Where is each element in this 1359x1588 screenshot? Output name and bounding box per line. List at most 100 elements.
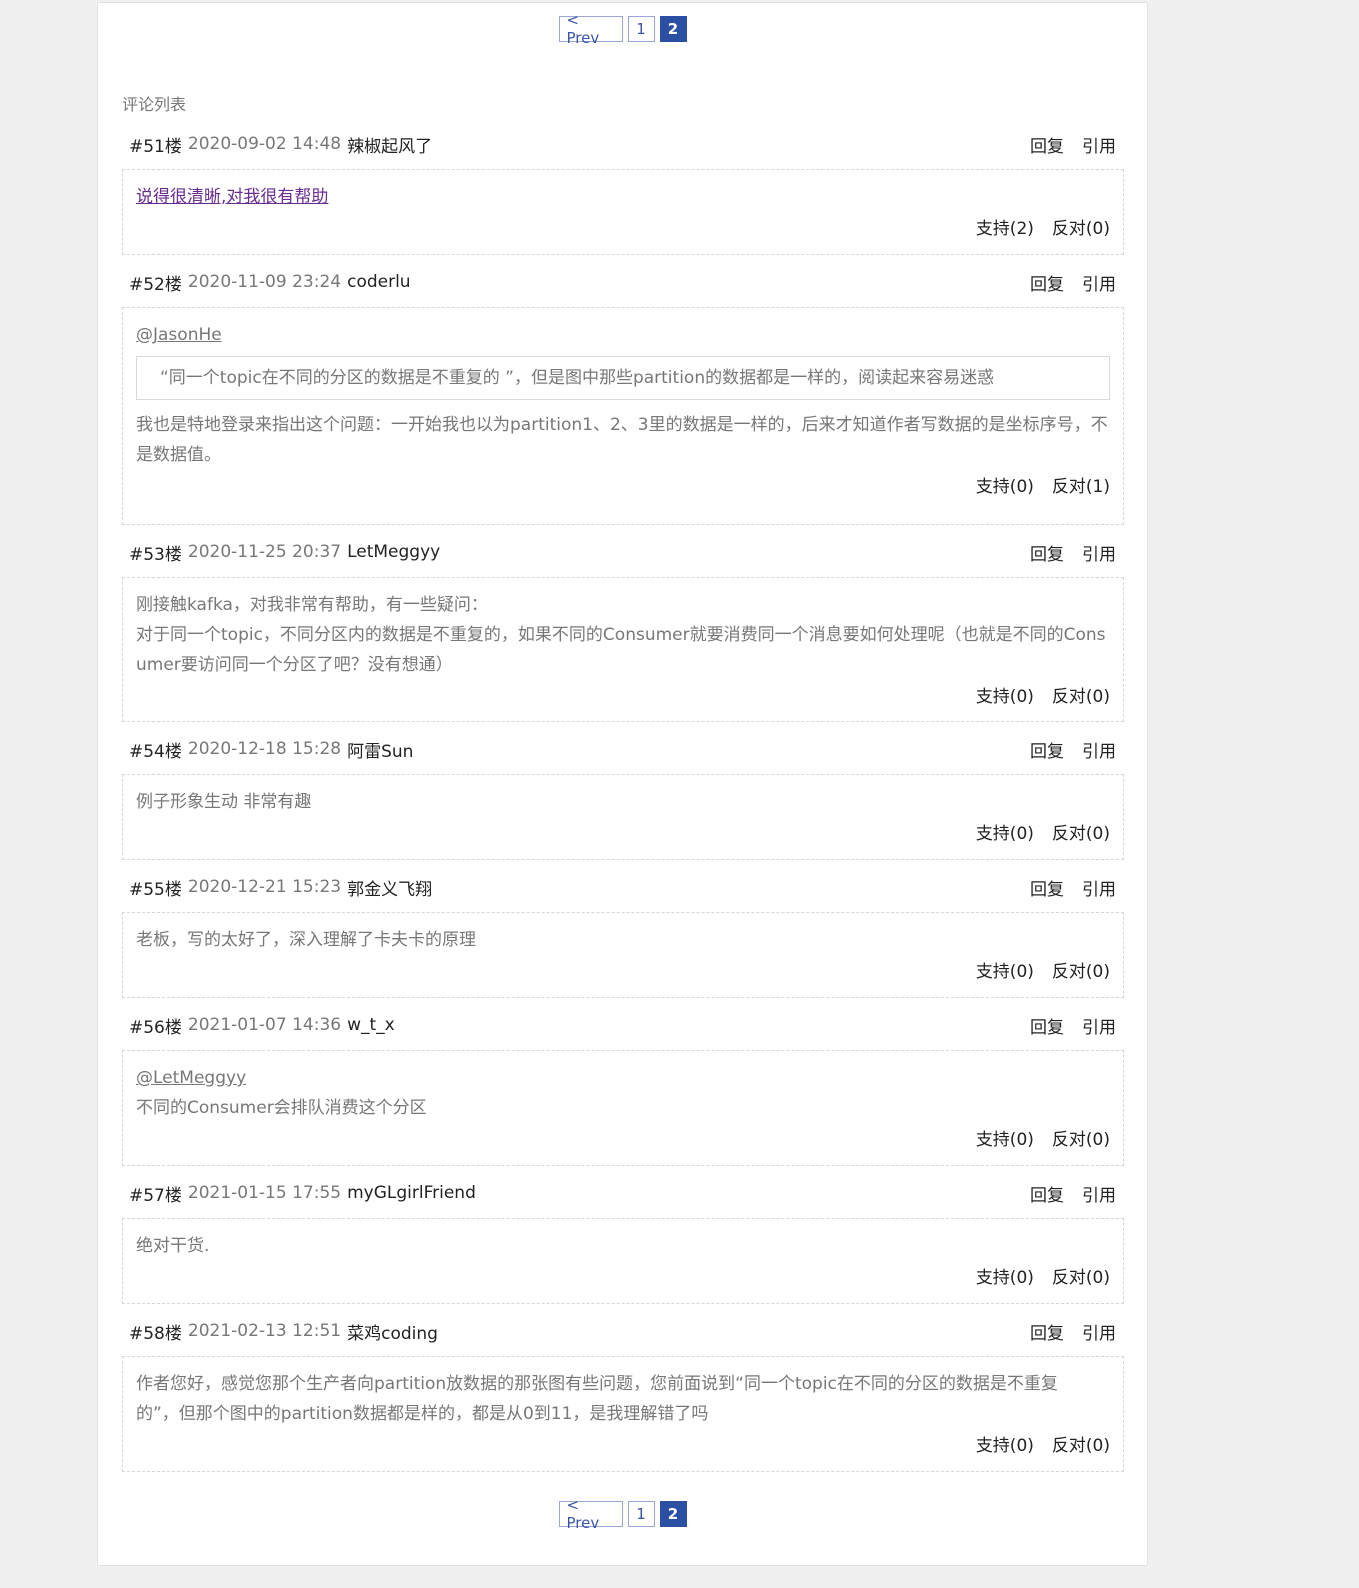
comment-date: 2021-01-15 17:55 [187,1183,342,1203]
comment-actions: 回复 引用 [1030,132,1124,157]
comment-author[interactable]: 菜鸡coding [347,1319,438,1344]
comment-body: 例子形象生动 非常有趣 支持(0) 反对(0) [122,774,1124,860]
comment-text-line: 刚接触kafka，对我非常有帮助，有一些疑问： [136,595,488,615]
reply-button[interactable]: 回复 [1030,737,1064,762]
comment-meta: #58楼 2021-02-13 12:51 菜鸡coding [122,1319,438,1344]
page-1-button[interactable]: 1 [627,16,655,42]
quote-button[interactable]: 引用 [1082,875,1116,900]
comment-list: #51楼 2020-09-02 14:48 辣椒起风了 回复 引用 说得很清晰,… [122,129,1124,1484]
comment-date: 2021-01-07 14:36 [187,1015,342,1035]
comment-floor[interactable]: #57楼 [129,1181,182,1206]
comment-body: @JasonHe “同一个topic在不同的分区的数据是不重复的 ”，但是图中那… [122,307,1124,525]
pagination-bottom: < Prev 1 2 [98,1496,1147,1532]
comment-body: @LetMeggyy 不同的Consumer会排队消费这个分区 支持(0) 反对… [122,1050,1124,1166]
comment-author[interactable]: w_t_x [347,1015,395,1035]
comment-text-line: 例子形象生动 非常有趣 [136,792,312,812]
oppose-button[interactable]: 反对(1) [1052,472,1110,502]
oppose-button[interactable]: 反对(0) [1052,819,1110,849]
quote-button[interactable]: 引用 [1082,737,1116,762]
support-button[interactable]: 支持(0) [976,1263,1034,1293]
vote-row: 支持(2) 反对(0) [136,214,1110,244]
prev-page-button[interactable]: < Prev [558,1496,623,1532]
support-button[interactable]: 支持(0) [976,682,1034,712]
reply-button[interactable]: 回复 [1030,1013,1064,1038]
comment-item: #54楼 2020-12-18 15:28 阿雷Sun 回复 引用 例子形象生动… [122,734,1124,860]
oppose-button[interactable]: 反对(0) [1052,957,1110,987]
oppose-button[interactable]: 反对(0) [1052,1125,1110,1155]
oppose-button[interactable]: 反对(0) [1052,214,1110,244]
comment-text-line: 作者您好，感觉您那个生产者向partition放数据的那张图有些问题，您前面说到… [136,1374,1058,1394]
reply-button[interactable]: 回复 [1030,132,1064,157]
reply-button[interactable]: 回复 [1030,540,1064,565]
comment-author[interactable]: 郭金义飞翔 [347,875,432,900]
comment-link[interactable]: 说得很清晰,对我很有帮助 [136,187,328,207]
comment-author[interactable]: coderlu [347,272,410,292]
comment-text-line: 对于同一个topic，不同分区内的数据是不重复的，如果不同的Consumer就要… [136,625,1106,645]
comment-actions: 回复 引用 [1030,1013,1124,1038]
oppose-button[interactable]: 反对(0) [1052,682,1110,712]
comment-text-line: 我也是特地登录来指出这个问题：一开始我也以为partition1、2、3里的数据… [136,415,1108,435]
vote-row: 支持(0) 反对(0) [136,682,1110,712]
comment-header: #54楼 2020-12-18 15:28 阿雷Sun 回复 引用 [122,734,1124,764]
comment-item: #58楼 2021-02-13 12:51 菜鸡coding 回复 引用 作者您… [122,1316,1124,1472]
quote-button[interactable]: 引用 [1082,1319,1116,1344]
reply-button[interactable]: 回复 [1030,875,1064,900]
comment-body: 说得很清晰,对我很有帮助 支持(2) 反对(0) [122,169,1124,255]
comment-meta: #55楼 2020-12-21 15:23 郭金义飞翔 [122,875,432,900]
comment-item: #52楼 2020-11-09 23:24 coderlu 回复 引用 @Jas… [122,267,1124,525]
reply-button[interactable]: 回复 [1030,1319,1064,1344]
comment-item: #53楼 2020-11-25 20:37 LetMeggyy 回复 引用 刚接… [122,537,1124,722]
comment-author[interactable]: LetMeggyy [347,542,440,562]
comment-floor[interactable]: #56楼 [129,1013,182,1038]
oppose-button[interactable]: 反对(0) [1052,1431,1110,1461]
comment-header: #52楼 2020-11-09 23:24 coderlu 回复 引用 [122,267,1124,297]
reply-button[interactable]: 回复 [1030,270,1064,295]
comment-floor[interactable]: #53楼 [129,540,182,565]
support-button[interactable]: 支持(0) [976,957,1034,987]
comment-author[interactable]: 阿雷Sun [347,737,413,762]
oppose-button[interactable]: 反对(0) [1052,1263,1110,1293]
comment-text-line: 绝对干货. [136,1236,210,1256]
comment-floor[interactable]: #58楼 [129,1319,182,1344]
comment-item: #56楼 2021-01-07 14:36 w_t_x 回复 引用 @LetMe… [122,1010,1124,1166]
support-button[interactable]: 支持(0) [976,1431,1034,1461]
comment-meta: #52楼 2020-11-09 23:24 coderlu [122,270,411,295]
comment-date: 2021-02-13 12:51 [187,1321,342,1341]
comment-floor[interactable]: #55楼 [129,875,182,900]
comment-item: #57楼 2021-01-15 17:55 myGLgirlFriend 回复 … [122,1178,1124,1304]
vote-row: 支持(0) 反对(0) [136,1263,1110,1293]
comment-actions: 回复 引用 [1030,1319,1124,1344]
comment-meta: #51楼 2020-09-02 14:48 辣椒起风了 [122,132,432,157]
support-button[interactable]: 支持(0) [976,819,1034,849]
comment-author[interactable]: 辣椒起风了 [347,132,432,157]
comment-text-line: 不同的Consumer会排队消费这个分区 [136,1098,427,1118]
comment-actions: 回复 引用 [1030,875,1124,900]
comment-floor[interactable]: #54楼 [129,737,182,762]
quote-button[interactable]: 引用 [1082,132,1116,157]
mention-link[interactable]: @JasonHe [136,325,222,345]
quote-button[interactable]: 引用 [1082,1013,1116,1038]
support-button[interactable]: 支持(0) [976,472,1034,502]
support-button[interactable]: 支持(0) [976,1125,1034,1155]
comment-list-title: 评论列表 [122,95,187,114]
page-container: < Prev 1 2 评论列表 #51楼 2020-09-02 14:48 辣椒… [97,2,1148,1566]
comment-item: #51楼 2020-09-02 14:48 辣椒起风了 回复 引用 说得很清晰,… [122,129,1124,255]
support-button[interactable]: 支持(2) [976,214,1034,244]
page-1-button[interactable]: 1 [627,1501,655,1527]
comment-text-line: umer要访问同一个分区了吧？没有想通） [136,655,453,675]
quote-button[interactable]: 引用 [1082,1181,1116,1206]
mention-link[interactable]: @LetMeggyy [136,1068,246,1088]
quote-button[interactable]: 引用 [1082,270,1116,295]
comment-body: 刚接触kafka，对我非常有帮助，有一些疑问： 对于同一个topic，不同分区内… [122,577,1124,722]
prev-page-button[interactable]: < Prev [558,11,623,47]
comment-date: 2020-12-21 15:23 [187,877,342,897]
comment-meta: #53楼 2020-11-25 20:37 LetMeggyy [122,540,440,565]
comment-floor[interactable]: #51楼 [129,132,182,157]
quote-button[interactable]: 引用 [1082,540,1116,565]
comment-author[interactable]: myGLgirlFriend [347,1183,476,1203]
reply-button[interactable]: 回复 [1030,1181,1064,1206]
comment-body: 绝对干货. 支持(0) 反对(0) [122,1218,1124,1304]
comment-date: 2020-11-25 20:37 [187,542,342,562]
comment-floor[interactable]: #52楼 [129,270,182,295]
comment-meta: #57楼 2021-01-15 17:55 myGLgirlFriend [122,1181,476,1206]
